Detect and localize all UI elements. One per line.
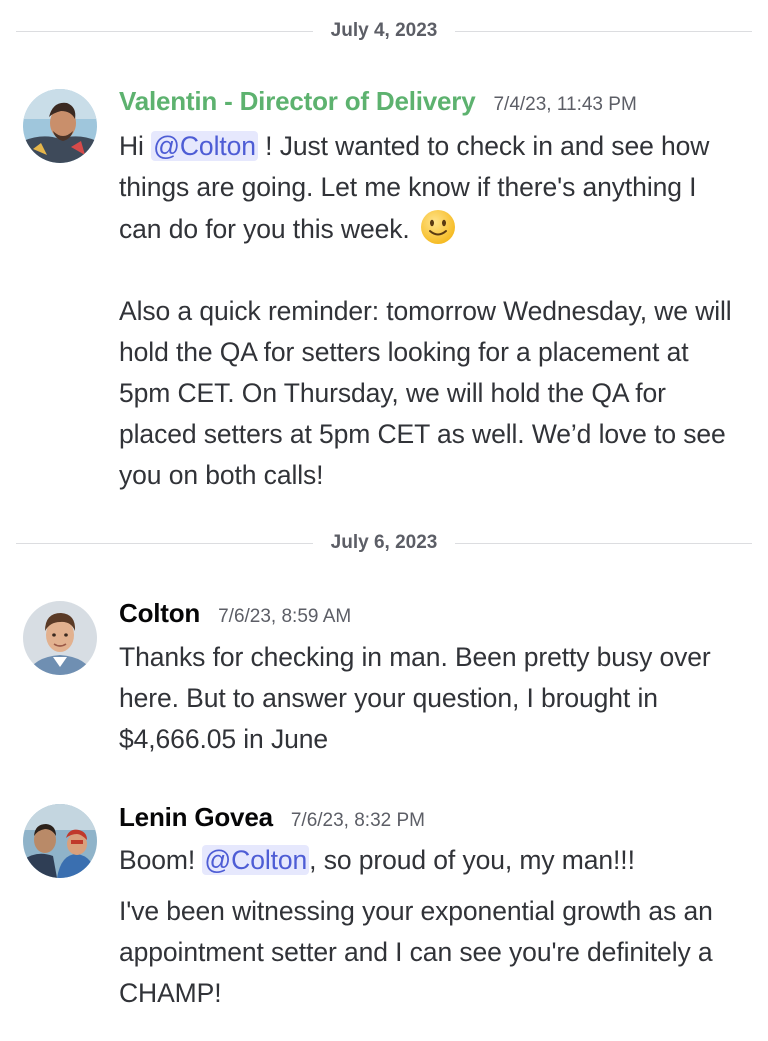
message-content: Hi @Colton ! Just wanted to check in and… [119,126,739,496]
avatar[interactable] [23,601,97,675]
avatar[interactable] [23,804,97,878]
message-header: Colton 7/6/23, 8:59 AM [119,598,351,629]
user-mention[interactable]: @Colton [202,845,310,875]
message-timestamp: 7/4/23, 11:43 PM [493,94,637,115]
author-name[interactable]: Valentin - Director of Delivery [119,86,476,117]
divider-line [455,30,753,32]
date-divider: July 6, 2023 [16,532,753,553]
message-header: Lenin Govea 7/6/23, 8:32 PM [119,802,425,833]
message-timestamp: 7/6/23, 8:59 AM [218,606,352,627]
divider-line [16,542,313,544]
date-divider: July 4, 2023 [16,20,753,41]
message-text: Hi [119,131,152,161]
avatar[interactable] [23,89,97,163]
divider-date: July 4, 2023 [330,20,438,41]
user-mention[interactable]: @Colton [151,131,258,161]
message-text: , so proud of you, my man!!! [309,845,635,875]
divider-line [455,542,753,544]
message-content: Thanks for checking in man. Been pretty … [119,637,739,760]
message-paragraph: Also a quick reminder: tomorrow Wednesda… [119,296,732,490]
message-paragraph: Hi @Colton ! Just wanted to check in and… [119,126,739,250]
slightly-smiling-face-icon [419,208,457,246]
message-timestamp: 7/6/23, 8:32 PM [290,810,425,831]
message-header: Valentin - Director of Delivery 7/4/23, … [119,86,637,117]
author-name[interactable]: Lenin Govea [119,802,273,833]
message-content: Boom! @Colton, so proud of you, my man!!… [119,840,739,1014]
message-paragraph: Boom! @Colton, so proud of you, my man!!… [119,840,739,881]
divider-line [16,30,313,32]
author-name[interactable]: Colton [119,598,200,629]
message-paragraph: I've been witnessing your exponential gr… [119,896,713,1008]
divider-date: July 6, 2023 [330,532,438,553]
message-paragraph: Thanks for checking in man. Been pretty … [119,642,711,754]
message-text: Boom! [119,845,203,875]
